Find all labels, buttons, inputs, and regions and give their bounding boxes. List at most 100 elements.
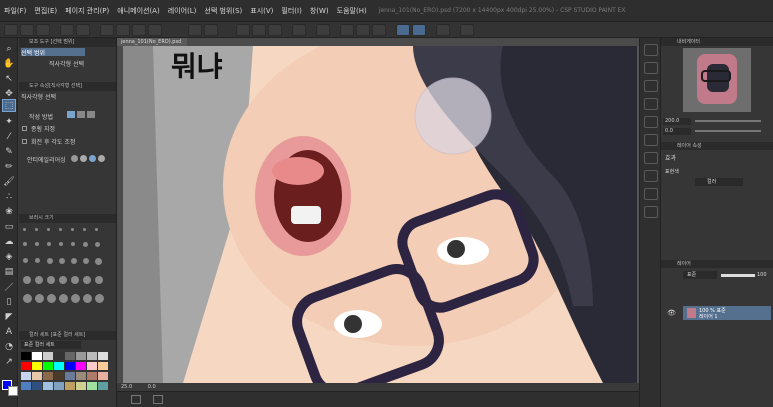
eyedropper-icon[interactable]: ⁄: [2, 130, 16, 143]
vector-icon[interactable]: [412, 24, 426, 36]
approximate-color-icon[interactable]: [644, 188, 658, 200]
gradient-icon[interactable]: ▤: [2, 265, 16, 278]
antialias-medium[interactable]: [89, 155, 96, 162]
stabilizer-icon[interactable]: [396, 24, 410, 36]
drawing-canvas[interactable]: 뭐냐: [123, 46, 637, 383]
selection-icon[interactable]: ⬚: [2, 99, 16, 112]
layer-row[interactable]: 100 % 표준 레이어 1: [683, 306, 771, 320]
text-icon[interactable]: A: [2, 325, 16, 338]
figure-icon[interactable]: ／: [2, 280, 16, 293]
right-panel: 내비게이터 200.0 0.0 레이어 속성 효과 표현색 컬러 레이어 표준 …: [661, 38, 773, 407]
perspective-icon[interactable]: [372, 24, 386, 36]
menu-layer[interactable]: 레이어(L): [164, 6, 201, 16]
clear-icon[interactable]: [100, 24, 114, 36]
navigator-header: 내비게이터: [661, 38, 773, 46]
method-poly-button[interactable]: [87, 111, 95, 118]
express-color-dropdown[interactable]: 컬러: [695, 178, 743, 186]
status-rotation[interactable]: 0.0: [148, 384, 156, 390]
menu-page[interactable]: 페이지 관리(P): [61, 6, 113, 16]
color-slider-icon[interactable]: [644, 152, 658, 164]
undo-icon[interactable]: [60, 24, 74, 36]
ruler-tool-icon[interactable]: ◤: [2, 310, 16, 323]
nav-zoom-field[interactable]: 200.0: [663, 118, 691, 125]
antialias-weak[interactable]: [80, 155, 87, 162]
document-tab[interactable]: jenna_101(No_ERO).psd: [117, 38, 187, 46]
nav-zoom-slider[interactable]: [695, 120, 761, 122]
pen-icon[interactable]: ✎: [2, 145, 16, 158]
blend-icon[interactable]: ☁: [2, 235, 16, 248]
menu-file[interactable]: 파일(F): [0, 6, 30, 16]
menu-selection[interactable]: 선택 범위(S): [200, 6, 246, 16]
airbrush-icon[interactable]: ∴: [2, 190, 16, 203]
new-file-icon[interactable]: [4, 24, 18, 36]
open-file-icon[interactable]: [20, 24, 34, 36]
opacity-value[interactable]: 100: [757, 271, 771, 279]
navigator-icon[interactable]: [644, 44, 658, 56]
color-set-dropdown[interactable]: 표준 컬러 세트: [21, 341, 81, 349]
navigator-preview[interactable]: [683, 48, 751, 112]
sync-icon[interactable]: [460, 24, 474, 36]
sub-view-icon[interactable]: [644, 62, 658, 74]
tool-property-header: 도구 속성[직사각형 선택]: [19, 82, 116, 91]
menu-view[interactable]: 표시(V): [246, 6, 277, 16]
rotate-left-icon[interactable]: [236, 24, 250, 36]
operation-icon[interactable]: ↖: [2, 72, 16, 85]
menu-filter[interactable]: 필터(I): [277, 6, 305, 16]
menu-bar: 파일(F) 편집(E) 페이지 관리(P) 애니메이션(A) 레이어(L) 선택…: [0, 0, 773, 22]
brush-icon[interactable]: 🖌: [2, 175, 16, 188]
frame-icon[interactable]: ▯: [2, 295, 16, 308]
snap-icon[interactable]: [188, 24, 202, 36]
status-zoom[interactable]: 25.0: [121, 384, 132, 390]
auto-select-icon[interactable]: ✦: [2, 115, 16, 128]
animation-timeline-icon[interactable]: [644, 206, 658, 218]
eraser-icon[interactable]: ▭: [2, 220, 16, 233]
subtool-selection[interactable]: 선택 범위: [21, 48, 85, 57]
opacity-slider[interactable]: [721, 274, 755, 277]
color-history-icon[interactable]: [644, 170, 658, 182]
flip-icon[interactable]: [268, 24, 282, 36]
menu-edit[interactable]: 편집(E): [30, 6, 61, 16]
fill-icon[interactable]: [116, 24, 130, 36]
menu-help[interactable]: 도움말(H): [333, 6, 371, 16]
fit-icon[interactable]: [292, 24, 306, 36]
redo-icon[interactable]: [76, 24, 90, 36]
save-icon[interactable]: [36, 24, 50, 36]
nav-rotation-slider[interactable]: [695, 130, 761, 132]
layer-new-icon[interactable]: [131, 395, 141, 404]
method-ellipse-button[interactable]: [77, 111, 85, 118]
eye-icon[interactable]: 👁: [667, 309, 676, 317]
transform-icon[interactable]: [132, 24, 146, 36]
antialias-strong[interactable]: [98, 155, 105, 162]
blend-mode-dropdown[interactable]: 표준: [683, 271, 717, 279]
hand-icon[interactable]: ✋: [2, 57, 16, 70]
aspect-checkbox[interactable]: [22, 126, 27, 131]
material-icon[interactable]: [644, 80, 658, 92]
search-layer-icon[interactable]: [644, 134, 658, 146]
brush-size-header: 브러시 크기: [19, 214, 116, 223]
menu-window[interactable]: 창(W): [306, 6, 333, 16]
correct-line-icon[interactable]: ↗: [2, 355, 16, 368]
rotate-right-icon[interactable]: [252, 24, 266, 36]
aspect-label: 종횡 지정: [31, 126, 55, 133]
rotate-checkbox[interactable]: [22, 139, 27, 144]
sub-color-swatch[interactable]: [8, 386, 18, 396]
nav-rotation-field[interactable]: 0.0: [663, 128, 691, 135]
antialias-none[interactable]: [71, 155, 78, 162]
method-rect-button[interactable]: [67, 111, 75, 118]
grid-icon[interactable]: [340, 24, 354, 36]
pen-pressure-icon[interactable]: [316, 24, 330, 36]
guide-icon[interactable]: [356, 24, 370, 36]
deselect-icon[interactable]: [148, 24, 162, 36]
ruler-icon[interactable]: [204, 24, 218, 36]
history-icon[interactable]: [644, 98, 658, 110]
fill-bucket-icon[interactable]: ◈: [2, 250, 16, 263]
subtool-lasso[interactable]: 직사각형 선택: [49, 59, 84, 68]
menu-animation[interactable]: 애니메이션(A): [113, 6, 163, 16]
pencil-icon[interactable]: ✏: [2, 160, 16, 173]
layer-duplicate-icon[interactable]: [153, 395, 163, 404]
settings-icon[interactable]: [436, 24, 450, 36]
layer-property-icon[interactable]: [644, 116, 658, 128]
decoration-icon[interactable]: ❀: [2, 205, 16, 218]
balloon-icon[interactable]: ◔: [2, 340, 16, 353]
zoom-icon[interactable]: ⌕: [2, 42, 16, 55]
